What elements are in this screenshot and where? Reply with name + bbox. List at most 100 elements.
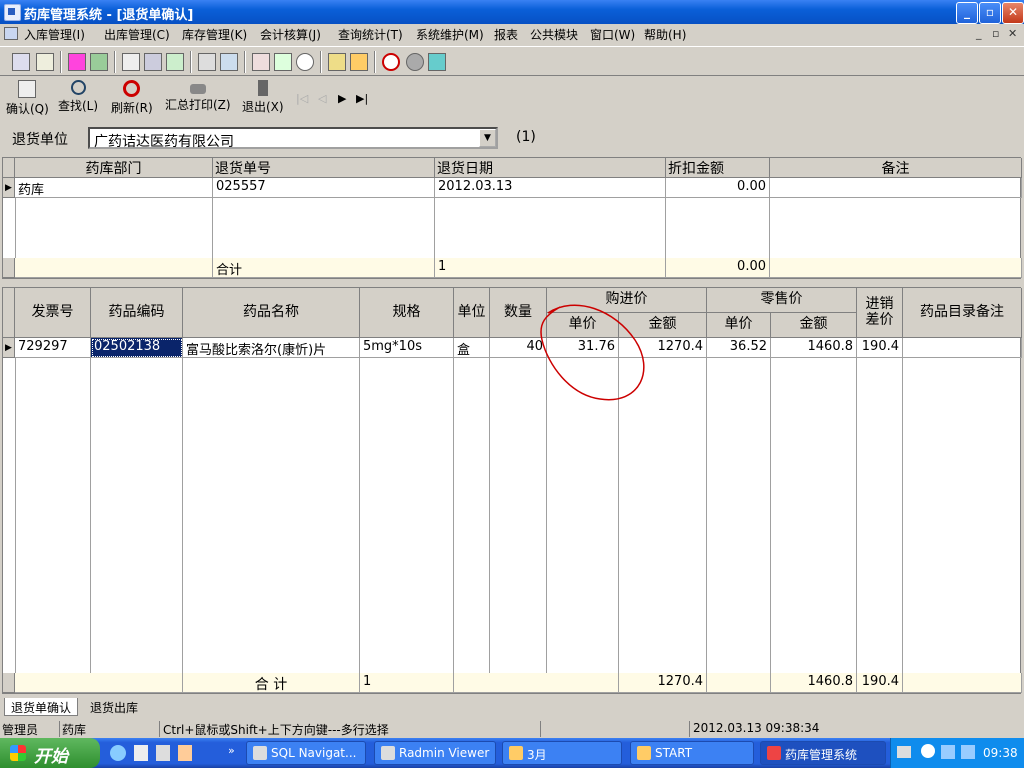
detail-unit[interactable]: 盒 — [454, 338, 490, 358]
app-quicklaunch-icon[interactable] — [156, 745, 170, 761]
master-discount[interactable]: 0.00 — [666, 178, 770, 198]
magnifier-icon[interactable] — [296, 53, 314, 71]
summary-print-button[interactable]: 汇总打印(Z) — [165, 80, 231, 113]
nav-first-button[interactable]: |◁ — [296, 92, 308, 105]
detail-spec[interactable]: 5mg*10s — [360, 338, 454, 358]
task-radmin[interactable]: Radmin Viewer — [374, 741, 496, 765]
col-remark[interactable]: 药品目录备注 — [903, 288, 1022, 338]
mdi-icon[interactable] — [4, 27, 18, 40]
clock[interactable]: 09:38 — [983, 746, 1018, 760]
calculator-icon[interactable] — [198, 53, 216, 71]
master-return-date[interactable]: 2012.03.13 — [435, 178, 666, 198]
task-sql-navigator[interactable]: SQL Navigat... — [246, 741, 366, 765]
detail-invoice[interactable]: 729297 — [15, 338, 91, 358]
col-diff[interactable]: 进销差价 — [857, 288, 903, 338]
mdi-minimize-button[interactable]: _ — [976, 27, 982, 40]
return-unit-select[interactable]: 广药诘达医药有限公司 ▼ — [88, 127, 498, 150]
col-code[interactable]: 药品编码 — [91, 288, 183, 338]
col-retail[interactable]: 零售价 — [707, 288, 857, 313]
title-bar[interactable]: 药库管理系统 - [退货单确认] _ ▫ ✕ — [0, 0, 1024, 24]
card-icon[interactable] — [144, 53, 162, 71]
detail-total-retail-amount: 1460.8 — [771, 673, 857, 693]
start-button[interactable]: 开始 — [0, 738, 100, 768]
chevron-down-icon[interactable]: ▼ — [479, 129, 496, 147]
keyboard-icon[interactable] — [897, 746, 911, 758]
detail-remark[interactable] — [903, 338, 1022, 358]
status-datetime: 2012.03.13 09:38:34 — [693, 721, 820, 735]
check-icon[interactable] — [90, 53, 108, 71]
menu-inbound[interactable]: 入库管理(I) — [24, 26, 85, 43]
col-spec[interactable]: 规格 — [360, 288, 454, 338]
chevron-right-icon[interactable]: » — [228, 744, 235, 757]
tray-arrow-icon[interactable] — [921, 744, 935, 758]
tab-return-outbound[interactable]: 退货出库 — [84, 698, 144, 716]
ie-icon[interactable] — [110, 745, 126, 761]
document-icon[interactable] — [68, 53, 86, 71]
col-return-no[interactable]: 退货单号 — [213, 158, 435, 178]
col-dept[interactable]: 药库部门 — [15, 158, 213, 178]
col-unit[interactable]: 单位 — [454, 288, 490, 338]
master-note[interactable] — [770, 178, 1022, 198]
exit-button[interactable]: 退出(X) — [242, 80, 284, 115]
taskbar: 开始 » SQL Navigat... Radmin Viewer 3月 STA… — [0, 738, 1024, 768]
menu-system[interactable]: 系统维护(M) — [416, 26, 484, 43]
menu-window[interactable]: 窗口(W) — [590, 26, 635, 43]
edit-icon[interactable] — [36, 53, 54, 71]
minimize-button[interactable]: _ — [956, 2, 978, 24]
col-name[interactable]: 药品名称 — [183, 288, 360, 338]
detail-code[interactable]: 02502138 — [91, 338, 183, 358]
login-icon[interactable] — [12, 53, 30, 71]
col-retail-price[interactable]: 单价 — [707, 313, 771, 338]
task-folder-march[interactable]: 3月 — [502, 741, 622, 765]
thermometer-icon[interactable] — [350, 53, 368, 71]
mdi-restore-button[interactable]: ▫ — [992, 27, 999, 40]
col-retail-amount[interactable]: 金额 — [771, 313, 857, 338]
menu-common[interactable]: 公共模块 — [530, 26, 578, 43]
task-pharmacy-system[interactable]: 药库管理系统 — [760, 741, 886, 765]
find-button[interactable]: 查找(L) — [58, 80, 98, 114]
col-invoice[interactable]: 发票号 — [15, 288, 91, 338]
network2-icon[interactable] — [961, 745, 975, 759]
detail-retail-amount[interactable]: 1460.8 — [771, 338, 857, 358]
action-toolbar: 确认(Q) 查找(L) 刷新(R) 汇总打印(Z) 退出(X) |◁ ◁ ▶ ▶… — [0, 78, 1024, 120]
mdi-close-button[interactable]: ✕ — [1008, 27, 1017, 40]
people-icon[interactable] — [274, 53, 292, 71]
tab-return-confirm[interactable]: 退货单确认 — [4, 698, 79, 716]
tool-quicklaunch-icon[interactable] — [178, 745, 192, 761]
close-button[interactable]: ✕ — [1002, 2, 1024, 24]
menu-query[interactable]: 查询统计(T) — [338, 26, 403, 43]
app-icon[interactable] — [4, 4, 21, 21]
task-folder-start[interactable]: START — [630, 741, 754, 765]
nav-prev-button[interactable]: ◁ — [318, 92, 326, 105]
notepad-icon[interactable] — [134, 745, 148, 761]
network-icon[interactable] — [941, 745, 955, 759]
detail-retail-price[interactable]: 36.52 — [707, 338, 771, 358]
window-title: 药库管理系统 - [退货单确认] — [24, 8, 194, 23]
confirm-button[interactable]: 确认(Q) — [6, 80, 49, 117]
menu-reports[interactable]: 报表 — [494, 26, 518, 43]
hexagon-icon[interactable] — [406, 53, 424, 71]
menu-outbound[interactable]: 出库管理(C) — [104, 26, 170, 43]
master-dept[interactable]: 药库 — [15, 178, 213, 198]
grid-icon[interactable] — [428, 53, 446, 71]
list-icon[interactable] — [166, 53, 184, 71]
detail-diff[interactable]: 190.4 — [857, 338, 903, 358]
col-return-date[interactable]: 退货日期 — [435, 158, 666, 178]
master-return-no[interactable]: 025557 — [213, 178, 435, 198]
confirm-icon — [18, 80, 37, 98]
detail-name[interactable]: 富马酸比索洛尔(康忻)片 — [183, 338, 360, 358]
table-icon[interactable] — [220, 53, 238, 71]
col-note[interactable]: 备注 — [770, 158, 1022, 178]
nav-next-button[interactable]: ▶ — [338, 92, 346, 105]
stop-icon[interactable] — [382, 53, 400, 71]
report-icon[interactable] — [252, 53, 270, 71]
nav-last-button[interactable]: ▶| — [356, 92, 368, 105]
menu-accounting[interactable]: 会计核算(J) — [260, 26, 321, 43]
col-discount[interactable]: 折扣金额 — [666, 158, 770, 178]
stamp-icon[interactable] — [328, 53, 346, 71]
clipboard-icon[interactable] — [122, 53, 140, 71]
menu-help[interactable]: 帮助(H) — [644, 26, 686, 43]
refresh-button[interactable]: 刷新(R) — [111, 80, 153, 116]
restore-button[interactable]: ▫ — [979, 2, 1001, 24]
menu-inventory[interactable]: 库存管理(K) — [182, 26, 247, 43]
